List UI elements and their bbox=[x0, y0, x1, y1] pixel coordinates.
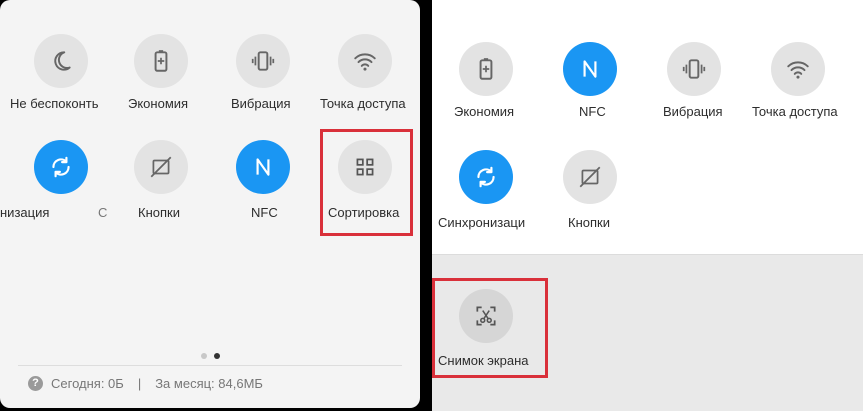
tile-label: Кнопки bbox=[138, 205, 180, 220]
sync-icon bbox=[459, 150, 513, 204]
tile-label: Кнопки bbox=[568, 215, 610, 230]
page-indicator bbox=[201, 353, 220, 359]
tile-hotspot[interactable]: Точка доступа bbox=[744, 36, 854, 146]
tile-label: Вибрация bbox=[663, 104, 723, 119]
vibration-icon bbox=[236, 34, 290, 88]
cut-off-label: С bbox=[98, 205, 108, 220]
tile-sync[interactable]: низация bbox=[0, 134, 110, 244]
tile-buttons[interactable]: Кнопки bbox=[108, 134, 218, 244]
nfc-icon bbox=[236, 140, 290, 194]
tile-label: Точка доступа bbox=[752, 104, 838, 119]
tile-hotspot[interactable]: Точка доступа bbox=[312, 28, 420, 138]
tile-label: Экономия bbox=[128, 96, 189, 111]
tile-label: Вибрация bbox=[231, 96, 291, 111]
tile-battery-saver[interactable]: Экономия bbox=[108, 28, 218, 138]
tile-label: низация bbox=[0, 205, 50, 220]
hotspot-icon bbox=[338, 34, 392, 88]
sync-icon bbox=[34, 140, 88, 194]
separator: | bbox=[137, 376, 142, 391]
buttons-icon bbox=[563, 150, 617, 204]
highlight-box bbox=[320, 129, 413, 236]
divider bbox=[18, 365, 402, 366]
quick-settings-panel-left: Не беспоконть Экономия Вибрация Точка до… bbox=[0, 0, 420, 408]
tile-buttons[interactable]: Кнопки bbox=[536, 144, 646, 254]
nfc-icon bbox=[563, 42, 617, 96]
tile-nfc[interactable]: NFC bbox=[536, 36, 646, 146]
tile-battery-saver[interactable]: Экономия bbox=[432, 36, 542, 146]
tile-label: Экономия bbox=[454, 104, 515, 119]
moon-icon bbox=[34, 34, 88, 88]
battery-icon bbox=[134, 34, 188, 88]
tile-nfc[interactable]: NFC bbox=[210, 134, 320, 244]
page-dot-current[interactable] bbox=[214, 353, 220, 359]
battery-icon bbox=[459, 42, 513, 96]
tile-do-not-disturb[interactable]: Не беспоконть bbox=[8, 28, 118, 138]
vibration-icon bbox=[667, 42, 721, 96]
page-dot[interactable] bbox=[201, 353, 207, 359]
tile-label: NFC bbox=[579, 104, 606, 119]
data-usage-footer: ? Сегодня: 0Б | За месяц: 84,6МБ bbox=[28, 376, 263, 391]
tile-sync[interactable]: Синхронизаци bbox=[432, 144, 542, 254]
tile-label: Точка доступа bbox=[320, 96, 406, 111]
tile-vibration[interactable]: Вибрация bbox=[640, 36, 750, 146]
tile-label: NFC bbox=[251, 205, 278, 220]
tile-label: Синхронизаци bbox=[438, 215, 526, 230]
data-usage-month: За месяц: 84,6МБ bbox=[155, 376, 263, 391]
tile-label: Не беспоконть bbox=[10, 96, 99, 111]
hotspot-icon bbox=[771, 42, 825, 96]
highlight-box bbox=[432, 278, 548, 378]
help-icon[interactable]: ? bbox=[28, 376, 43, 391]
data-usage-today: Сегодня: 0Б bbox=[51, 376, 124, 391]
buttons-icon bbox=[134, 140, 188, 194]
tile-vibration[interactable]: Вибрация bbox=[210, 28, 320, 138]
